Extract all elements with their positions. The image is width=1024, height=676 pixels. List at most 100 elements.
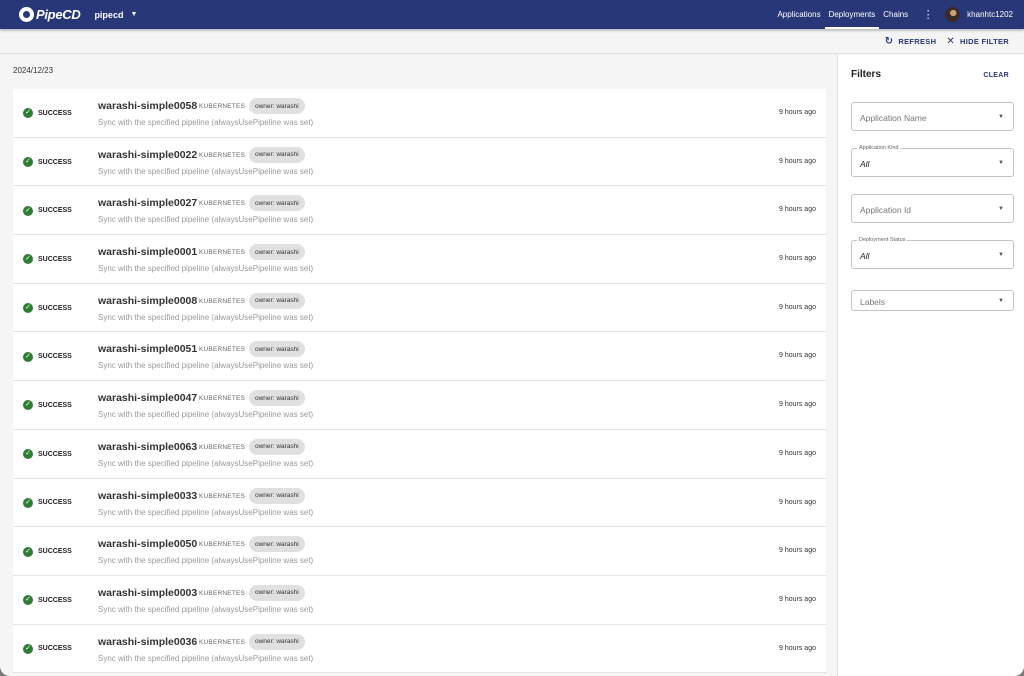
application-kind: KUBERNETES [199, 297, 246, 305]
more-vert-icon[interactable]: ⋮ [918, 8, 938, 21]
label-chip: owner: warashi [249, 633, 305, 650]
deployment-row[interactable]: ✓ SUCCESS warashi-simple0063 KUBERNETES owne… [13, 429, 826, 479]
deployment-status: ✓ SUCCESS [23, 284, 72, 333]
application-kind: KUBERNETES [199, 492, 246, 500]
check-circle-icon: ✓ [23, 351, 33, 362]
deployment-row[interactable]: ✓ SUCCESS warashi-simple0033 KUBERNETES owne… [13, 478, 826, 528]
application-id-select[interactable]: Application Id ▼ [851, 194, 1014, 223]
deployment-description: Sync with the specified pipeline (always… [98, 507, 314, 517]
deployment-description: Sync with the specified pipeline (always… [98, 604, 314, 614]
deployment-row[interactable]: ✓ SUCCESS warashi-simple0036 KUBERNETES owne… [13, 624, 826, 674]
hide-filter-button[interactable]: ✕ HIDE FILTER [946, 36, 1009, 47]
application-name-placeholder: Application Name [860, 113, 927, 123]
application-kind: KUBERNETES [199, 589, 246, 597]
check-circle-icon: ✓ [23, 400, 33, 411]
main-nav: Applications Deployments Chains ⋮ khanht… [773, 0, 1024, 29]
deployment-row[interactable]: ✓ SUCCESS warashi-simple0022 KUBERNETES owne… [13, 137, 826, 187]
check-circle-icon: ✓ [23, 546, 33, 557]
label-chip: owner: warashi [249, 292, 305, 309]
deployment-time: 9 hours ago [779, 206, 816, 214]
application-kind: KUBERNETES [199, 346, 246, 354]
deployment-description: Sync with the specified pipeline (always… [98, 556, 314, 566]
application-kind-value: All [860, 159, 870, 169]
app-bar: PipeCD pipecd ▼ Applications Deployments… [0, 0, 1024, 29]
deployment-time: 9 hours ago [779, 157, 816, 165]
deployment-description: Sync with the specified pipeline (always… [98, 166, 314, 176]
deployments-toolbar: ↻ REFRESH ✕ HIDE FILTER [0, 29, 1024, 54]
username[interactable]: khanhtc1202 [967, 10, 1013, 19]
deployment-time: 9 hours ago [779, 303, 816, 311]
application-kind-select[interactable]: Application Kind All ▼ [851, 145, 1014, 177]
check-circle-icon: ✓ [23, 303, 33, 314]
chevron-down-icon: ▼ [130, 11, 138, 18]
check-circle-icon: ✓ [23, 595, 33, 606]
deployment-description: Sync with the specified pipeline (always… [98, 458, 314, 468]
nav-deployments[interactable]: Deployments [824, 0, 880, 29]
deployment-row[interactable]: ✓ SUCCESS warashi-simple0050 KUBERNETES owne… [13, 527, 826, 576]
deployment-status-label: Deployment Status [857, 237, 908, 243]
deployment-status: ✓ SUCCESS [23, 527, 72, 576]
refresh-button[interactable]: ↻ REFRESH [885, 36, 937, 47]
avatar[interactable] [945, 7, 961, 22]
application-name[interactable]: warashi-simple0008 [98, 295, 197, 307]
status-text: SUCCESS [38, 255, 72, 263]
labels-select[interactable]: Labels ▼ [851, 290, 1014, 311]
application-kind-label: Application Kind [857, 145, 901, 151]
application-kind: KUBERNETES [199, 443, 246, 451]
application-name[interactable]: warashi-simple0047 [98, 392, 197, 404]
deployment-time: 9 hours ago [779, 449, 816, 457]
application-name[interactable]: warashi-simple0063 [98, 441, 197, 453]
deployment-status-value: All [860, 251, 870, 261]
pipecd-logo[interactable]: PipeCD [19, 7, 81, 22]
dropdown-arrow-icon: ▼ [998, 160, 1004, 166]
application-name[interactable]: warashi-simple0003 [98, 587, 197, 599]
status-text: SUCCESS [38, 109, 72, 117]
label-chip: owner: warashi [249, 146, 305, 163]
check-circle-icon: ✓ [23, 205, 33, 216]
application-name-select[interactable]: Application Name ▼ [851, 102, 1014, 131]
nav-applications[interactable]: Applications [773, 0, 824, 29]
nav-chains[interactable]: Chains [879, 0, 912, 29]
deployment-row[interactable]: ✓ SUCCESS warashi-simple0047 KUBERNETES owne… [13, 381, 826, 430]
dropdown-arrow-icon: ▼ [998, 252, 1004, 258]
check-circle-icon: ✓ [23, 449, 33, 460]
deployment-time: 9 hours ago [779, 547, 816, 555]
status-text: SUCCESS [38, 353, 72, 361]
deployment-status-select[interactable]: Deployment Status All ▼ [851, 237, 1014, 269]
label-chip: owner: warashi [249, 195, 305, 212]
dropdown-arrow-icon: ▼ [998, 206, 1004, 212]
deployment-list-area: 2024/12/23 ✓ SUCCESS warashi-simple0058 KUB… [0, 55, 837, 676]
label-chip: owner: warashi [249, 584, 305, 601]
application-name[interactable]: warashi-simple0050 [98, 538, 197, 550]
deployment-time: 9 hours ago [779, 644, 816, 652]
labels-placeholder: Labels [860, 297, 886, 307]
deployment-status: ✓ SUCCESS [23, 186, 72, 235]
application-name[interactable]: warashi-simple0022 [98, 149, 197, 161]
label-chip: owner: warashi [249, 536, 305, 553]
deployment-row[interactable]: ✓ SUCCESS warashi-simple0058 KUBERNETES owne… [13, 89, 826, 138]
status-text: SUCCESS [38, 548, 72, 556]
check-circle-icon: ✓ [23, 497, 33, 508]
application-name[interactable]: warashi-simple0033 [98, 490, 197, 502]
status-text: SUCCESS [38, 207, 72, 215]
project-selector[interactable]: pipecd ▼ [94, 10, 137, 20]
deployment-row[interactable]: ✓ SUCCESS warashi-simple0008 KUBERNETES owne… [13, 283, 826, 333]
application-kind: KUBERNETES [199, 200, 246, 208]
deployment-row[interactable]: ✓ SUCCESS warashi-simple0051 KUBERNETES owne… [13, 332, 826, 382]
application-name[interactable]: warashi-simple0036 [98, 636, 197, 648]
application-name[interactable]: warashi-simple0001 [98, 246, 197, 258]
status-text: SUCCESS [38, 450, 72, 458]
deployment-row[interactable]: ✓ SUCCESS warashi-simple0027 KUBERNETES owne… [13, 186, 826, 236]
application-name[interactable]: warashi-simple0058 [98, 100, 197, 112]
deployment-row[interactable]: ✓ SUCCESS warashi-simple0003 KUBERNETES owne… [13, 575, 826, 625]
clear-filters-button[interactable]: CLEAR [983, 72, 1009, 79]
application-name[interactable]: warashi-simple0051 [98, 343, 197, 355]
dropdown-arrow-icon: ▼ [998, 114, 1004, 120]
deployment-row[interactable]: ✓ SUCCESS warashi-simple0001 KUBERNETES owne… [13, 235, 826, 284]
deployment-description: Sync with the specified pipeline (always… [98, 653, 314, 663]
close-icon: ✕ [946, 35, 955, 47]
deployment-status: ✓ SUCCESS [23, 479, 72, 528]
application-name[interactable]: warashi-simple0027 [98, 197, 197, 209]
deployment-time: 9 hours ago [779, 595, 816, 603]
application-kind: KUBERNETES [199, 103, 246, 110]
